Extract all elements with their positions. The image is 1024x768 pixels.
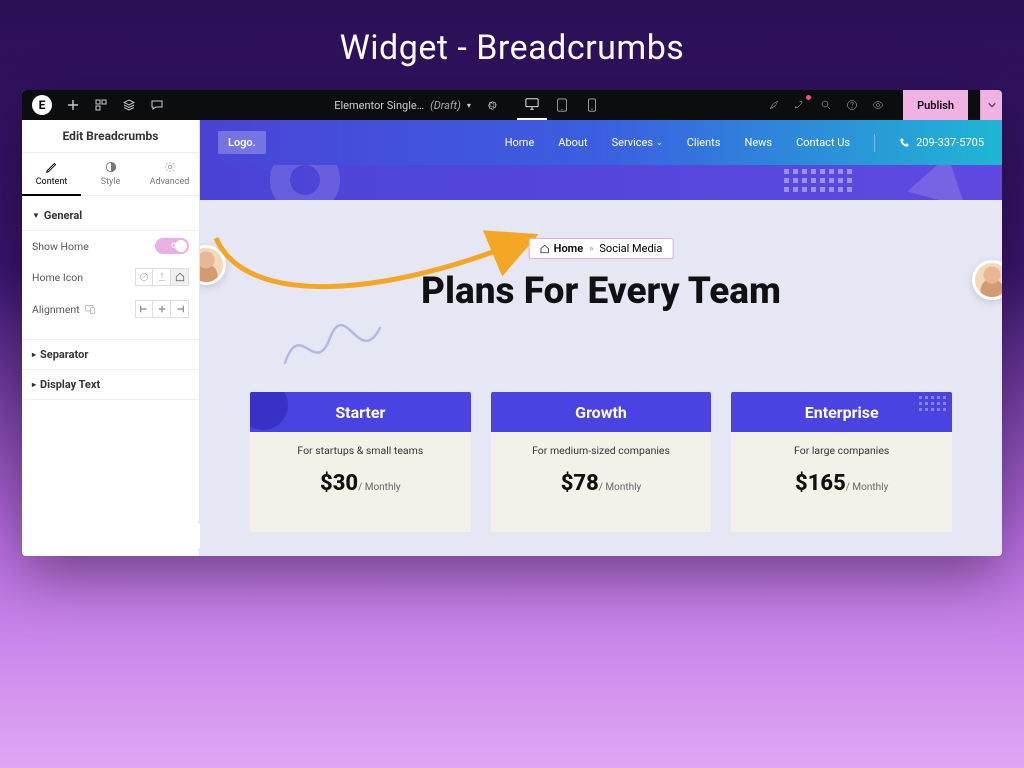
plan-name: Starter bbox=[250, 392, 471, 432]
section-separator[interactable]: ▸ Separator bbox=[22, 339, 199, 370]
plan-name: Growth bbox=[491, 392, 712, 432]
plan-growth[interactable]: Growth For medium-sized companies $78/ M… bbox=[491, 392, 712, 532]
plans-heading: Plans For Every Team bbox=[421, 270, 781, 313]
breadcrumb-widget[interactable]: Home » Social Media bbox=[529, 238, 674, 259]
section-label: Separator bbox=[40, 348, 88, 361]
pricing-row: Starter For startups & small teams $30/ … bbox=[250, 392, 952, 532]
tab-label: Content bbox=[36, 177, 68, 187]
preview-eye-icon[interactable] bbox=[871, 98, 885, 112]
topbar: E Elementor Single… (Draft) ▾ bbox=[22, 90, 1002, 120]
comment-icon[interactable] bbox=[150, 98, 164, 112]
avatar-left bbox=[200, 245, 226, 285]
icon-upload-button[interactable] bbox=[153, 268, 171, 286]
plan-price: $165/ Monthly bbox=[741, 471, 942, 496]
section-general[interactable]: ▼ General bbox=[22, 201, 199, 231]
pencil-icon bbox=[45, 160, 59, 174]
settings-gear-icon[interactable] bbox=[485, 98, 499, 112]
section-label: General bbox=[44, 209, 82, 222]
document-name: Elementor Single… bbox=[334, 99, 424, 112]
tab-label: Advanced bbox=[150, 177, 190, 187]
plan-enterprise[interactable]: Enterprise For large companies $165/ Mon… bbox=[731, 392, 952, 532]
plan-price: $30/ Monthly bbox=[260, 471, 461, 496]
rocket-icon[interactable] bbox=[767, 98, 781, 112]
phone-number: 209-337-5705 bbox=[916, 136, 984, 149]
field-label: Home Icon bbox=[32, 271, 83, 284]
nav-services[interactable]: Services ⌄ bbox=[612, 136, 663, 149]
plan-starter[interactable]: Starter For startups & small teams $30/ … bbox=[250, 392, 471, 532]
help-icon[interactable] bbox=[845, 98, 859, 112]
section-display-text[interactable]: ▸ Display Text bbox=[22, 370, 199, 400]
tab-advanced[interactable]: Advanced bbox=[140, 153, 199, 201]
section-label: Display Text bbox=[40, 378, 100, 391]
preview-canvas: Logo. Home About Services ⌄ Clients News… bbox=[200, 120, 1002, 556]
contrast-icon bbox=[104, 160, 118, 174]
breadcrumb-separator: » bbox=[589, 244, 593, 254]
squiggle-decoration bbox=[280, 308, 400, 378]
hero-decoration bbox=[200, 165, 1002, 200]
device-desktop-icon[interactable] bbox=[517, 90, 547, 120]
tab-style[interactable]: Style bbox=[81, 153, 140, 201]
publish-button[interactable]: Publish bbox=[903, 90, 968, 120]
chevron-down-icon: ⌄ bbox=[656, 138, 663, 147]
breadcrumb-current: Social Media bbox=[599, 242, 662, 255]
device-mobile-icon[interactable] bbox=[577, 90, 607, 120]
caret-down-icon: ▼ bbox=[32, 211, 40, 220]
field-alignment: Alignment bbox=[22, 293, 199, 325]
align-center-button[interactable] bbox=[153, 300, 171, 318]
nav-clients[interactable]: Clients bbox=[687, 136, 721, 149]
document-title[interactable]: Elementor Single… (Draft) ▾ bbox=[334, 99, 471, 112]
nav-about[interactable]: About bbox=[558, 136, 587, 149]
field-label: Alignment bbox=[32, 303, 80, 316]
home-icon bbox=[540, 244, 550, 254]
nav-divider bbox=[874, 134, 875, 152]
nav-label: Services bbox=[612, 136, 653, 149]
sidebar-panel: Edit Breadcrumbs Content Style bbox=[22, 120, 200, 556]
document-status: (Draft) bbox=[430, 99, 461, 112]
field-label: Show Home bbox=[32, 240, 89, 253]
caret-right-icon: ▸ bbox=[32, 380, 36, 389]
responsive-icon[interactable] bbox=[85, 304, 95, 314]
nav-news[interactable]: News bbox=[744, 136, 772, 149]
page-title: Widget - Breadcrumbs bbox=[340, 28, 685, 68]
phone-icon bbox=[899, 137, 910, 148]
elementor-logo-icon[interactable]: E bbox=[32, 95, 52, 115]
sidebar-tabs: Content Style Advanced bbox=[22, 153, 199, 201]
chevron-down-icon: ▾ bbox=[467, 101, 471, 110]
caret-right-icon: ▸ bbox=[32, 350, 36, 359]
plan-desc: For medium-sized companies bbox=[501, 444, 702, 457]
layers-icon[interactable] bbox=[122, 98, 136, 112]
toggle-value: On bbox=[171, 242, 180, 250]
icon-library-button[interactable] bbox=[171, 268, 189, 286]
tab-label: Style bbox=[101, 177, 121, 187]
field-show-home: Show Home On bbox=[22, 231, 199, 261]
publish-dropdown-icon[interactable] bbox=[980, 90, 1002, 120]
panel-title: Edit Breadcrumbs bbox=[22, 120, 199, 153]
connect-icon[interactable] bbox=[793, 98, 807, 112]
add-icon[interactable] bbox=[66, 98, 80, 112]
site-logo[interactable]: Logo. bbox=[218, 131, 266, 154]
search-icon[interactable] bbox=[819, 98, 833, 112]
show-home-toggle[interactable]: On bbox=[155, 238, 189, 254]
icon-none-button[interactable] bbox=[135, 268, 153, 286]
device-tablet-icon[interactable] bbox=[547, 90, 577, 120]
nav-home[interactable]: Home bbox=[505, 136, 535, 149]
nav-contact[interactable]: Contact Us bbox=[796, 136, 850, 149]
phone-link[interactable]: 209-337-5705 bbox=[899, 136, 984, 149]
plan-desc: For large companies bbox=[741, 444, 942, 457]
plan-price: $78/ Monthly bbox=[501, 471, 702, 496]
structure-icon[interactable] bbox=[94, 98, 108, 112]
avatar-right bbox=[972, 260, 1002, 300]
plan-desc: For startups & small teams bbox=[260, 444, 461, 457]
site-header: Logo. Home About Services ⌄ Clients News… bbox=[200, 120, 1002, 165]
gear-icon bbox=[163, 160, 177, 174]
tab-content[interactable]: Content bbox=[22, 153, 81, 201]
breadcrumb-home: Home bbox=[554, 242, 584, 255]
editor-app: E Elementor Single… (Draft) ▾ bbox=[22, 90, 1002, 556]
field-home-icon: Home Icon bbox=[22, 261, 199, 293]
align-right-button[interactable] bbox=[171, 300, 189, 318]
align-left-button[interactable] bbox=[135, 300, 153, 318]
